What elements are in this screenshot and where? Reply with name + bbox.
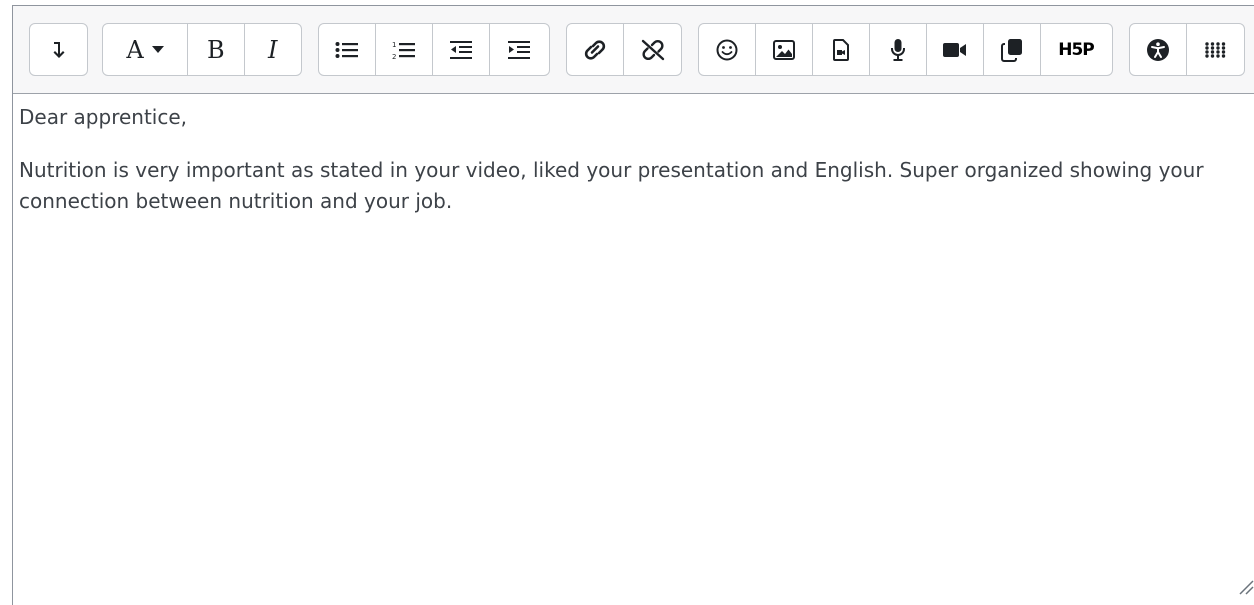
toolbar-group-collapse: [29, 23, 88, 76]
media-file-button[interactable]: [813, 24, 870, 75]
copy-button[interactable]: [984, 24, 1041, 75]
toolbar-group-links: [566, 23, 682, 76]
font-style-button[interactable]: A: [103, 24, 188, 75]
italic-icon: I: [268, 36, 277, 64]
video-camera-icon: [942, 41, 968, 59]
indent-icon: [508, 41, 530, 59]
ordered-list-icon: 12: [392, 40, 416, 60]
text-editor[interactable]: A B I 12: [12, 5, 1254, 605]
unordered-list-icon: [335, 41, 359, 59]
toolbar-group-extra: [1129, 23, 1245, 76]
unordered-list-button[interactable]: [319, 24, 376, 75]
editor-toolbar: A B I 12: [13, 6, 1254, 94]
caret-down-icon: [152, 46, 164, 54]
emoji-button[interactable]: [699, 24, 756, 75]
resize-handle-icon[interactable]: [1236, 577, 1254, 595]
more-tools-button[interactable]: [1187, 24, 1244, 75]
toolbar-group-text-style: A B I: [102, 23, 302, 76]
indent-button[interactable]: [490, 24, 547, 75]
toolbar-group-lists: 12: [318, 23, 550, 76]
outdent-button[interactable]: [433, 24, 490, 75]
image-button[interactable]: [756, 24, 813, 75]
h5p-button[interactable]: H5P: [1041, 24, 1111, 75]
outdent-icon: [450, 41, 472, 59]
svg-text:2: 2: [392, 53, 396, 60]
greeting-paragraph: Dear apprentice,: [19, 102, 1250, 133]
bold-button[interactable]: B: [188, 24, 244, 75]
media-file-icon: [833, 39, 849, 61]
svg-text:1: 1: [392, 41, 396, 49]
unlink-icon: [639, 38, 667, 62]
image-icon: [773, 40, 795, 60]
microphone-button[interactable]: [870, 24, 927, 75]
ordered-list-button[interactable]: 12: [376, 24, 433, 75]
grid-icon: [1205, 42, 1227, 58]
copy-icon: [1001, 38, 1023, 62]
microphone-icon: [890, 38, 906, 62]
font-style-icon: A: [126, 36, 143, 64]
accessibility-button[interactable]: [1130, 24, 1187, 75]
bold-icon: B: [207, 36, 225, 64]
h5p-icon: H5P: [1058, 40, 1094, 60]
collapse-button[interactable]: [30, 24, 87, 75]
link-button[interactable]: [567, 24, 624, 75]
feedback-paragraph: Nutrition is very important as stated in…: [19, 155, 1250, 217]
link-icon: [582, 39, 608, 61]
editor-content-area[interactable]: Dear apprentice, Nutrition is very impor…: [19, 102, 1250, 239]
italic-button[interactable]: I: [245, 24, 301, 75]
video-camera-button[interactable]: [927, 24, 984, 75]
accessibility-icon: [1146, 38, 1170, 62]
emoji-icon: [716, 39, 738, 61]
unlink-button[interactable]: [624, 24, 681, 75]
collapse-icon: [52, 40, 66, 60]
toolbar-group-media: H5P: [698, 23, 1113, 76]
